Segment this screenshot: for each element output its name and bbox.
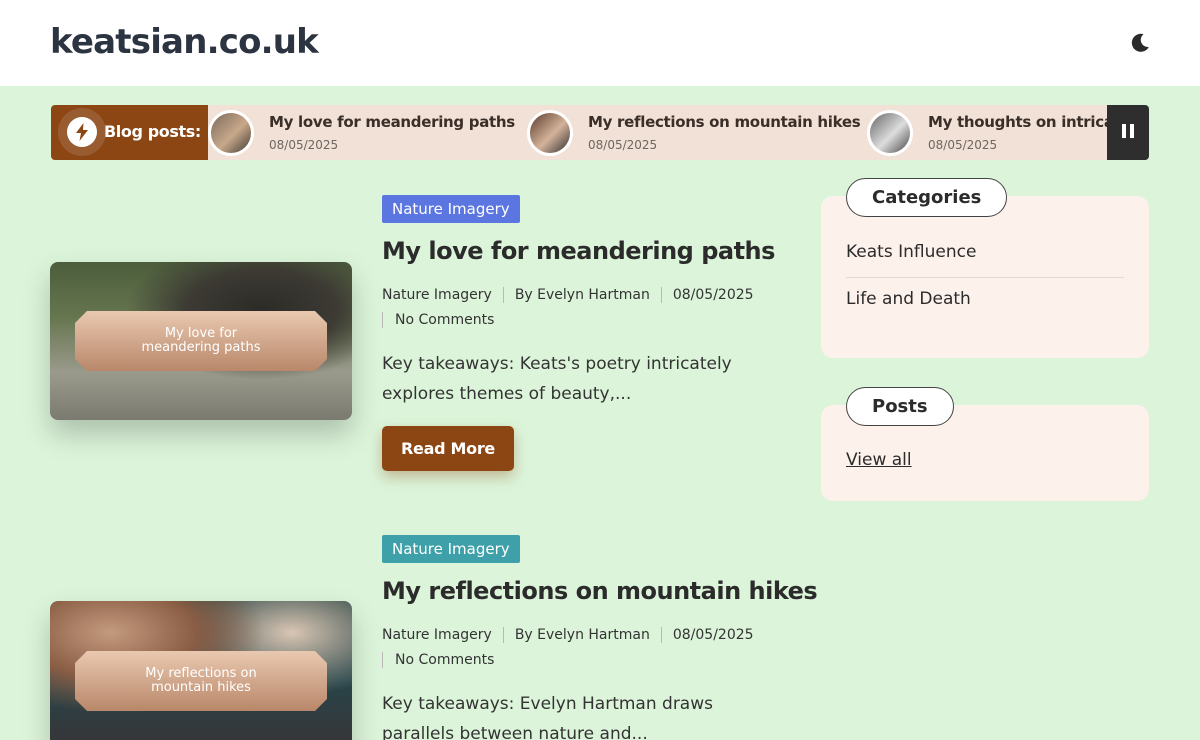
lightning-icon [67,117,97,147]
site-header: keatsian.co.uk [0,0,1200,86]
post-image-caption: My reflections on mountain hikes [75,651,327,711]
blog-posts-ticker: Blog posts: My love for meandering paths… [51,105,1149,160]
post-image-caption: My love for meandering paths [75,311,327,371]
post-date[interactable]: 08/05/2025 [673,287,754,303]
ticker-thumbnail [208,110,254,156]
meta-separator [382,312,383,328]
view-all-link[interactable]: View all [846,450,912,470]
post-thumbnail[interactable]: My reflections on mountain hikes [50,601,352,740]
post-meta-comments-row: No Comments [382,312,494,328]
post-meta-comments-row: No Comments [382,652,494,668]
lightning-icon-wrapper [58,108,106,156]
read-more-button[interactable]: Read More [382,426,514,471]
ticker-thumbnail [527,110,573,156]
post-meta-category[interactable]: Nature Imagery [382,627,492,643]
post-comments[interactable]: No Comments [395,312,494,328]
posts-widget: Posts View all [821,387,1149,501]
post-meta: Nature Imagery By Evelyn Hartman 08/05/2… [382,287,754,303]
post-category-badge[interactable]: Nature Imagery [382,535,520,563]
ticker-thumbnail [867,110,913,156]
ticker-pause-button[interactable] [1107,105,1149,160]
post-date[interactable]: 08/05/2025 [673,627,754,643]
post-author[interactable]: By Evelyn Hartman [515,287,650,303]
post-meta: Nature Imagery By Evelyn Hartman 08/05/2… [382,627,754,643]
ticker-item-title[interactable]: My thoughts on intricat [928,113,1107,131]
categories-widget-title: Categories [846,178,1008,217]
post-author[interactable]: By Evelyn Hartman [515,627,650,643]
ticker-track: My love for meandering paths 08/05/2025 … [208,105,1107,160]
post-meta-category[interactable]: Nature Imagery [382,287,492,303]
post-excerpt: Key takeaways: Evelyn Hartman draws para… [382,694,713,740]
ticker-item-date: 08/05/2025 [928,138,998,152]
meta-separator [382,652,383,668]
site-title[interactable]: keatsian.co.uk [50,22,319,62]
category-link-keats-influence[interactable]: Keats Influence [846,242,976,262]
ticker-label-text: Blog posts: [104,122,201,141]
ticker-item-date: 08/05/2025 [269,138,339,152]
ticker-item-title[interactable]: My love for meandering paths [269,113,515,131]
post-category-badge[interactable]: Nature Imagery [382,195,520,223]
post-excerpt: Key takeaways: Keats's poetry intricatel… [382,354,732,404]
category-link-life-and-death[interactable]: Life and Death [846,289,971,309]
ticker-item-date: 08/05/2025 [588,138,658,152]
ticker-label: Blog posts: [51,105,208,160]
post-comments[interactable]: No Comments [395,652,494,668]
meta-separator [660,627,662,643]
categories-widget: Categories Keats Influence Life and Deat… [821,178,1149,358]
post-title[interactable]: My love for meandering paths [382,237,775,265]
category-divider [846,277,1124,278]
meta-separator [502,287,504,303]
meta-separator [660,287,662,303]
ticker-item-title[interactable]: My reflections on mountain hikes [588,113,861,131]
posts-widget-title: Posts [846,387,954,426]
pause-icon [1120,123,1136,142]
post-thumbnail[interactable]: My love for meandering paths [50,262,352,420]
moon-icon[interactable] [1128,31,1152,55]
post-title[interactable]: My reflections on mountain hikes [382,577,818,605]
meta-separator [502,627,504,643]
